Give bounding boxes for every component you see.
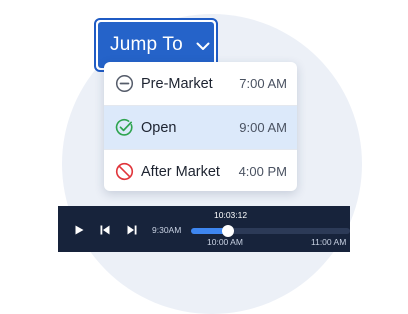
menu-item-pre-market[interactable]: Pre-Market 7:00 AM [104, 62, 297, 105]
prohibited-icon [115, 162, 134, 181]
menu-item-label: After Market [141, 163, 220, 180]
menu-item-label: Pre-Market [141, 75, 213, 92]
menu-item-after-market[interactable]: After Market 4:00 PM [104, 150, 297, 191]
play-icon[interactable] [75, 225, 84, 235]
skip-forward-icon[interactable] [127, 225, 137, 235]
current-time-label: 10:03:12 [214, 210, 248, 220]
playback-bar: 9:30AM 10:03:12 10:00 AM 11:00 AM [58, 206, 350, 252]
timeline-scrubber-handle[interactable] [221, 225, 234, 237]
check-circle-icon [115, 118, 133, 136]
jump-to-label: Jump To [110, 34, 183, 55]
menu-item-time: 9:00 AM [239, 120, 287, 135]
minus-circle-icon [115, 74, 134, 93]
chevron-down-icon [196, 42, 210, 50]
skip-back-icon[interactable] [100, 225, 110, 235]
start-time-label: 9:30AM [152, 225, 182, 235]
menu-item-time: 4:00 PM [238, 164, 287, 179]
jump-to-menu: Pre-Market 7:00 AM Open 9:00 AM After Ma… [104, 62, 297, 191]
menu-item-open[interactable]: Open 9:00 AM [104, 106, 297, 149]
tick-label-10am: 10:00 AM [207, 237, 243, 247]
tick-label-11am: 11:00 AM [311, 237, 347, 247]
timeline-track[interactable] [191, 225, 350, 237]
menu-item-label: Open [141, 119, 177, 136]
menu-item-time: 7:00 AM [239, 76, 287, 91]
